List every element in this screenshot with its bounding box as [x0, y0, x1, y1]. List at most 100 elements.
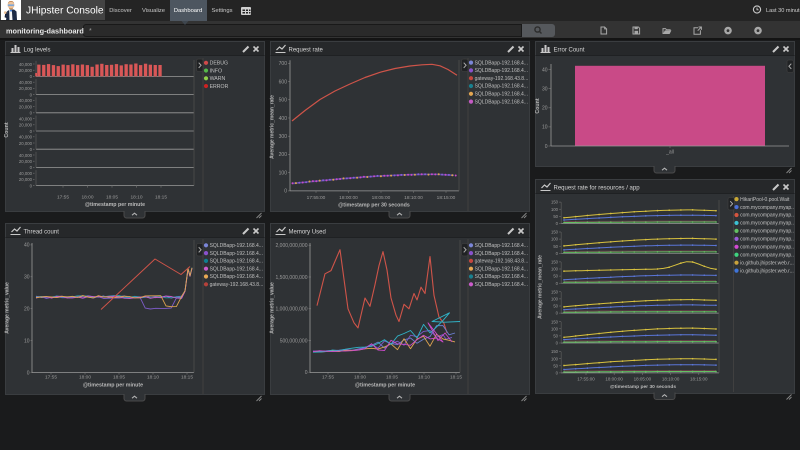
svg-text:17:55: 17:55 [45, 375, 57, 381]
svg-text:Average metric_mean_rate: Average metric_mean_rate [538, 255, 544, 319]
svg-text:2,000,000,000: 2,000,000,000 [276, 243, 308, 249]
svg-text:18:00: 18:00 [354, 375, 366, 381]
svg-text:Memory Used: Memory Used [289, 230, 326, 236]
svg-text:18:10:00: 18:10:00 [404, 195, 423, 201]
svg-text:17:55:00: 17:55:00 [307, 195, 326, 201]
svg-text:400: 400 [279, 116, 288, 122]
svg-text:18:05:00: 18:05:00 [372, 195, 391, 201]
svg-text:18:00:00: 18:00:00 [339, 195, 358, 201]
svg-text:500,000,000: 500,000,000 [280, 338, 308, 344]
svg-text:18:05:00: 18:05:00 [634, 377, 652, 382]
svg-text:18:05: 18:05 [106, 195, 118, 201]
svg-text:0: 0 [30, 183, 33, 188]
svg-text:50: 50 [553, 274, 558, 279]
svg-text:SQLDBapp-192.168.4...: SQLDBapp-192.168.4... [210, 259, 263, 265]
svg-text:100: 100 [279, 170, 288, 176]
svg-text:@timestamp per minute: @timestamp per minute [83, 383, 143, 389]
svg-text:SQLDBapp-192.168.4...: SQLDBapp-192.168.4... [475, 251, 528, 257]
svg-text:0: 0 [556, 221, 559, 226]
svg-text:30: 30 [542, 87, 548, 93]
svg-text:SQLDBapp-192.168.4...: SQLDBapp-192.168.4... [210, 274, 263, 280]
svg-text:17:55: 17:55 [57, 195, 69, 201]
svg-text:100: 100 [551, 267, 559, 272]
svg-text:40,000: 40,000 [19, 116, 33, 121]
svg-text:com.mycompany.myap...: com.mycompany.myap... [740, 245, 795, 251]
svg-text:500: 500 [279, 98, 288, 104]
svg-text:1,000,000,000: 1,000,000,000 [276, 307, 308, 313]
svg-text:Count: Count [535, 98, 541, 114]
svg-text:*: * [89, 28, 92, 35]
svg-text:18:00: 18:00 [81, 195, 93, 201]
svg-text:io.github.jhipster.web.r...: io.github.jhipster.web.r... [740, 260, 794, 266]
svg-text:Request rate for resources / a: Request rate for resources / app [554, 186, 641, 192]
svg-text:100: 100 [551, 237, 559, 242]
svg-text:com.mycompany.myap...: com.mycompany.myap... [740, 213, 795, 219]
svg-text:Discover: Discover [109, 8, 132, 14]
svg-text:Count: Count [4, 122, 10, 138]
svg-text:ERROR: ERROR [210, 84, 229, 90]
svg-text:Error Count: Error Count [554, 48, 585, 54]
svg-text:18:05: 18:05 [386, 375, 398, 381]
svg-text:20,000: 20,000 [19, 68, 33, 73]
svg-text:0: 0 [30, 111, 33, 116]
svg-text:18:05: 18:05 [113, 375, 125, 381]
svg-text:18:00: 18:00 [79, 375, 91, 381]
svg-text:17:55:00: 17:55:00 [577, 377, 595, 382]
svg-text:18:15: 18:15 [181, 375, 193, 381]
svg-text:20,000: 20,000 [19, 177, 33, 182]
svg-text:150: 150 [551, 200, 559, 205]
svg-text:gateway-192.168.43.8...: gateway-192.168.43.8... [210, 282, 264, 288]
svg-text:100: 100 [551, 297, 559, 302]
svg-text:0: 0 [556, 281, 559, 286]
svg-text:40,000: 40,000 [19, 62, 33, 67]
svg-text:SQLDBapp-192.168.4...: SQLDBapp-192.168.4... [475, 99, 528, 105]
svg-text:SQLDBapp-192.168.4...: SQLDBapp-192.168.4... [475, 60, 528, 66]
svg-text:SQLDBapp-192.168.4...: SQLDBapp-192.168.4... [475, 243, 528, 249]
svg-text:com.mycompany.myap...: com.mycompany.myap... [740, 237, 795, 243]
svg-text:SQLDBapp-192.168.4...: SQLDBapp-192.168.4... [475, 274, 528, 280]
svg-text:30: 30 [24, 275, 30, 281]
svg-text:40,000: 40,000 [19, 80, 33, 85]
svg-text:Last 30 minutes: Last 30 minutes [766, 8, 800, 14]
svg-text:SQLDBapp-192.168.4...: SQLDBapp-192.168.4... [475, 266, 528, 272]
svg-text:40: 40 [24, 243, 30, 249]
svg-text:20: 20 [542, 106, 548, 112]
svg-text:Settings: Settings [212, 8, 233, 14]
svg-text:100: 100 [551, 326, 559, 331]
svg-text:SQLDBapp-192.168.4...: SQLDBapp-192.168.4... [475, 282, 528, 288]
svg-text:gateway-192.168.43.8...: gateway-192.168.43.8... [475, 76, 529, 82]
svg-text:0: 0 [556, 341, 559, 346]
svg-text:18:15: 18:15 [155, 195, 167, 201]
svg-text:40: 40 [542, 67, 548, 73]
svg-text:@timestamp per 30 seconds: @timestamp per 30 seconds [610, 384, 676, 390]
svg-text:20,000: 20,000 [19, 123, 33, 128]
svg-text:SQLDBapp-192.168.4...: SQLDBapp-192.168.4... [210, 266, 263, 272]
svg-text:18:10:00: 18:10:00 [662, 377, 680, 382]
svg-text:Average metric_mean_rate: Average metric_mean_rate [270, 95, 276, 159]
svg-text:40,000: 40,000 [19, 135, 33, 140]
svg-text:150: 150 [551, 230, 559, 235]
svg-text:0: 0 [556, 251, 559, 256]
svg-text:SQLDBapp-192.168.4...: SQLDBapp-192.168.4... [475, 68, 528, 74]
svg-text:200: 200 [279, 152, 288, 158]
svg-text:Average metric_value: Average metric_value [5, 282, 11, 334]
svg-text:0: 0 [30, 74, 33, 79]
svg-text:40,000: 40,000 [19, 171, 33, 176]
svg-text:SQLDBapp-192.168.4...: SQLDBapp-192.168.4... [210, 251, 263, 257]
svg-text:50: 50 [553, 334, 558, 339]
svg-text:com.mycompany.myap...: com.mycompany.myap... [740, 221, 795, 227]
svg-text:_all: _all [665, 150, 674, 156]
svg-text:SQLDBapp-192.168.4...: SQLDBapp-192.168.4... [475, 84, 528, 90]
svg-text:150: 150 [551, 349, 559, 354]
svg-text:1,500,000,000: 1,500,000,000 [276, 275, 308, 281]
svg-text:150: 150 [551, 260, 559, 265]
svg-text:JHipster Console: JHipster Console [26, 6, 104, 17]
svg-text:Average metric_value: Average metric_value [270, 282, 276, 334]
svg-text:18:10: 18:10 [418, 375, 430, 381]
svg-text:40,000: 40,000 [19, 98, 33, 103]
svg-text:150: 150 [551, 319, 559, 324]
svg-text:10: 10 [542, 125, 548, 131]
svg-text:150: 150 [551, 289, 559, 294]
svg-text:Thread count: Thread count [24, 230, 60, 236]
svg-text:0: 0 [545, 144, 548, 150]
